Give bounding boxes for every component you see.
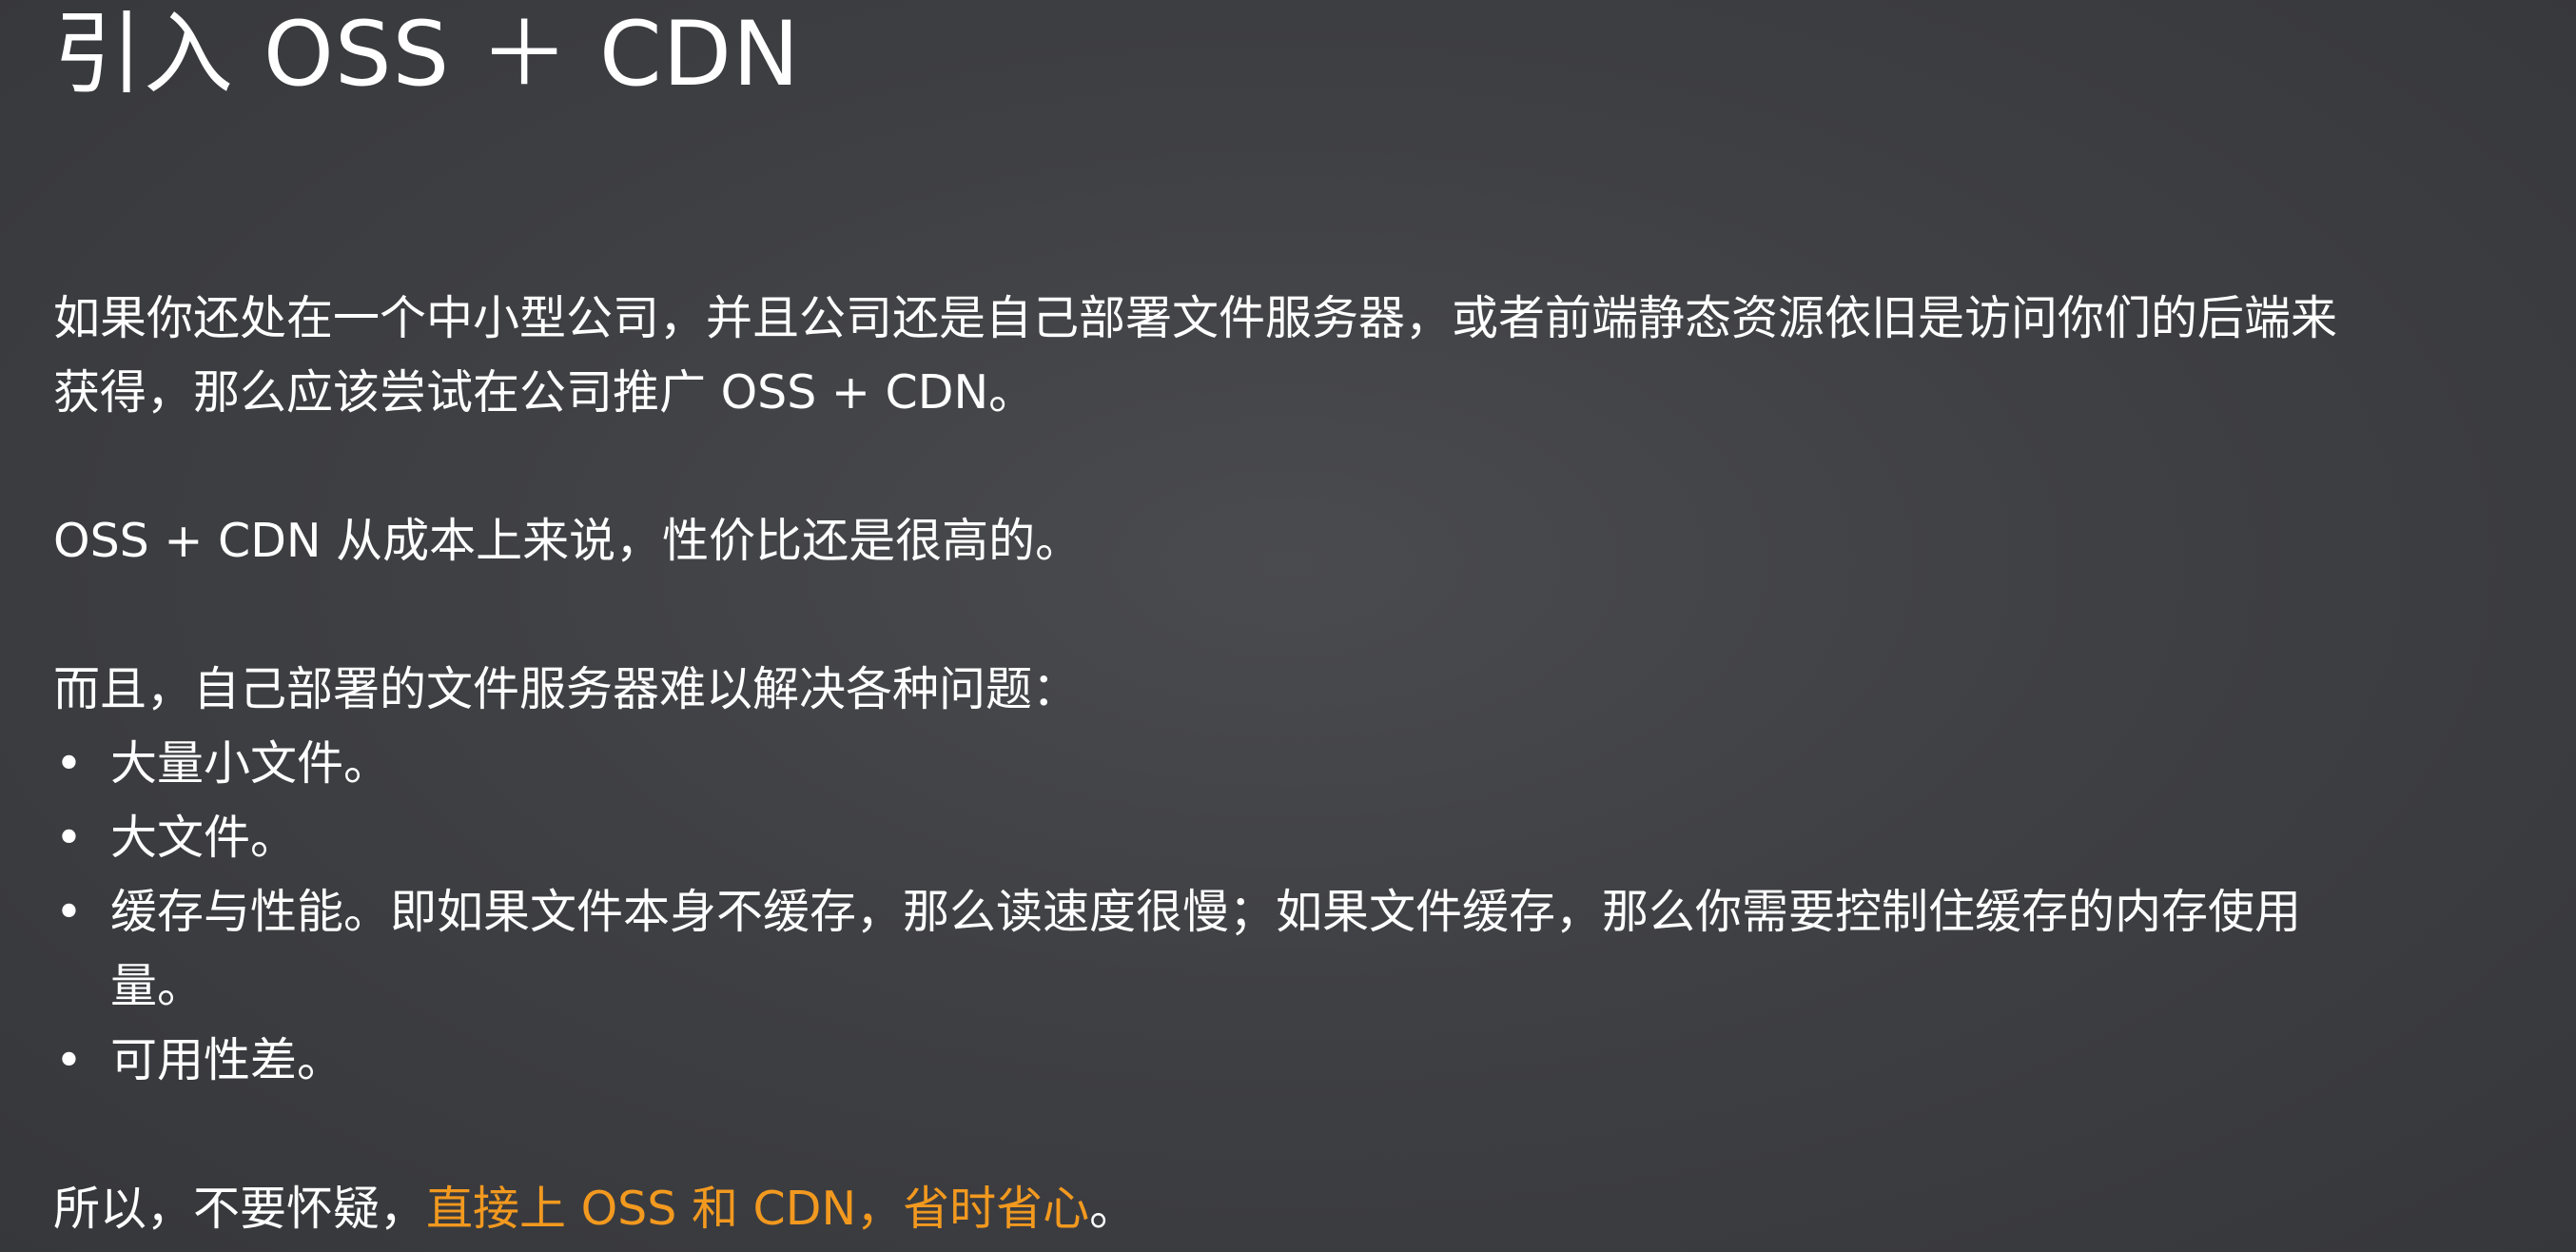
conclusion-highlight: 直接上 OSS 和 CDN，省时省心 — [426, 1182, 1090, 1236]
problem-list: • 大量小文件。 • 大文件。 • 缓存与性能。即如果文件本身不缓存，那么读速度… — [53, 727, 2527, 1098]
problems-intro: 而且，自己部署的文件服务器难以解决各种问题： — [53, 662, 1080, 716]
list-item: • 缓存与性能。即如果文件本身不缓存，那么读速度很慢；如果文件缓存，那么你需要控… — [53, 875, 2527, 1024]
list-item: • 大量小文件。 — [53, 727, 2527, 801]
list-item-text: 缓存与性能。即如果文件本身不缓存，那么读速度很慢；如果文件缓存，那么你需要控制住… — [110, 885, 2302, 939]
slide-body: 如果你还处在一个中小型公司，并且公司还是自己部署文件服务器，或者前端静态资源依旧… — [53, 282, 2527, 1246]
cost-paragraph: OSS + CDN 从成本上来说，性价比还是很高的。 — [53, 514, 1083, 568]
bullet-icon: • — [55, 736, 83, 791]
conclusion-paragraph: 所以，不要怀疑，直接上 OSS 和 CDN，省时省心。 — [53, 1172, 2527, 1246]
intro-paragraph-line-1: 如果你还处在一个中小型公司，并且公司还是自己部署文件服务器，或者前端静态资源依旧… — [53, 291, 2338, 345]
list-item: • 可用性差。 — [53, 1024, 2527, 1098]
list-item-text: 大文件。 — [110, 811, 298, 865]
slide-title: 引入 OSS ＋ CDN — [53, 3, 801, 107]
list-item-text: 大量小文件。 — [110, 736, 391, 791]
conclusion-suffix: 。 — [1089, 1182, 1137, 1236]
list-item-text-continuation: 量。 — [110, 959, 205, 1013]
bullet-icon: • — [55, 811, 83, 865]
list-item: • 大文件。 — [53, 801, 2527, 875]
conclusion-prefix: 所以，不要怀疑， — [53, 1182, 427, 1236]
slide: 引入 OSS ＋ CDN 如果你还处在一个中小型公司，并且公司还是自己部署文件服… — [0, 0, 2576, 1252]
list-item-text: 可用性差。 — [110, 1033, 344, 1087]
bullet-icon: • — [55, 885, 83, 939]
intro-paragraph-line-2: 获得，那么应该尝试在公司推广 OSS + CDN。 — [53, 365, 1036, 420]
bullet-icon: • — [55, 1033, 83, 1087]
